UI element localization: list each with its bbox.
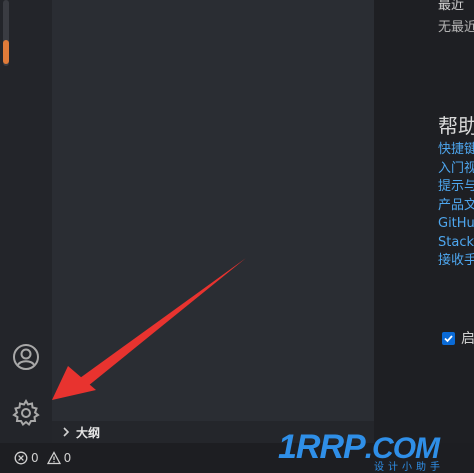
startup-label: 启 [461, 331, 474, 347]
activity-bar [0, 0, 52, 443]
recent-title: 最近 [438, 0, 465, 13]
help-link-newsletter[interactable]: 接收手 [438, 252, 474, 271]
error-count: 0 [31, 451, 39, 465]
check-icon [444, 334, 453, 342]
watermark-brand: 1RRP [278, 428, 366, 466]
help-link-intro-videos[interactable]: 入门视 [438, 160, 474, 179]
help-title: 帮助 [438, 114, 474, 138]
startup-checkbox[interactable] [442, 331, 455, 345]
problems-warnings[interactable]: 0 [46, 451, 72, 465]
chevron-right-icon [63, 427, 70, 437]
help-link-product-docs[interactable]: 产品文 [438, 197, 474, 216]
watermark-logo: 1RRP.COM 设计小助手 [278, 428, 468, 473]
welcome-editor: 最近 无最近 帮助 快捷键 入门视 提示与 产品文 GitHu Stack 接收… [374, 0, 474, 443]
help-link-stack-overflow[interactable]: Stack [438, 234, 474, 253]
sidebar-panel [52, 0, 374, 443]
show-welcome-on-startup[interactable]: 启 [442, 328, 474, 348]
scrollbar-thumb[interactable] [3, 40, 9, 64]
help-link-tips-and-tricks[interactable]: 提示与 [438, 178, 474, 197]
help-link-keyboard-shortcuts[interactable]: 快捷键 [438, 141, 474, 160]
outline-label: 大纲 [76, 425, 101, 440]
error-icon [14, 451, 28, 465]
help-link-github[interactable]: GitHu [438, 215, 474, 234]
gear-icon[interactable] [11, 398, 41, 428]
help-links: 快捷键 入门视 提示与 产品文 GitHu Stack 接收手 [438, 141, 474, 271]
warning-count: 0 [63, 451, 72, 465]
account-icon[interactable] [11, 342, 41, 372]
warning-icon [46, 451, 61, 465]
problems-errors[interactable]: 0 [14, 451, 39, 465]
recent-empty-text: 无最近 [438, 20, 474, 35]
watermark-tagline: 设计小助手 [374, 462, 444, 473]
